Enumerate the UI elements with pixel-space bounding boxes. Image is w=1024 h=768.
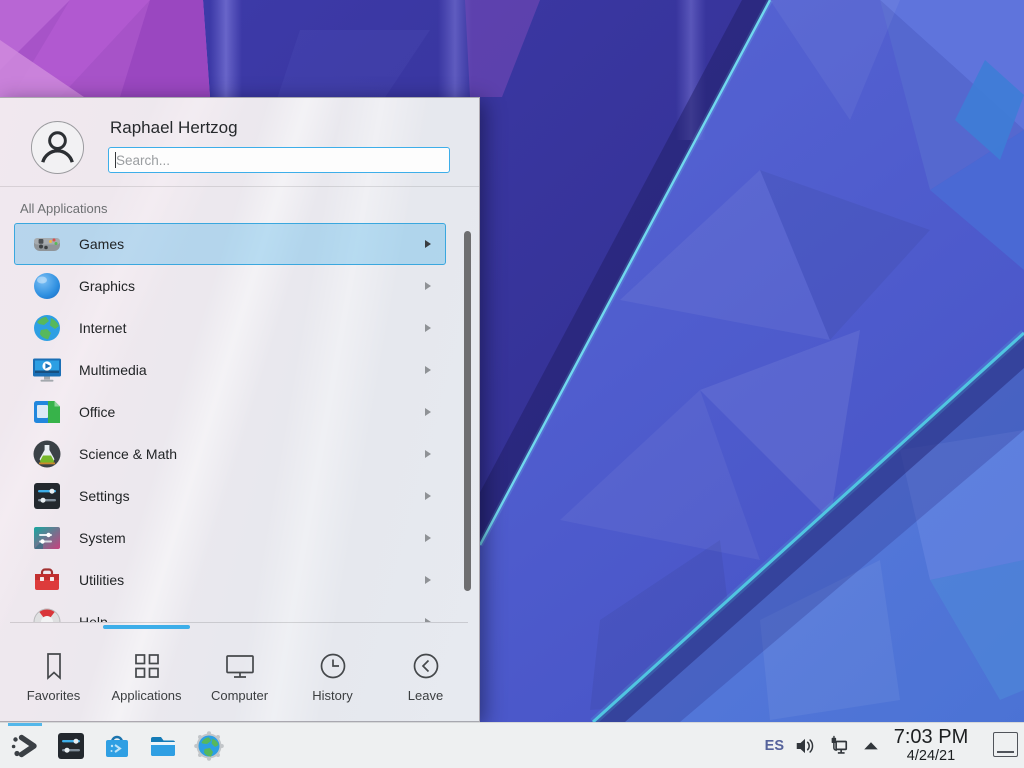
sliders-color-icon: [31, 522, 63, 554]
application-launcher-menu: Raphael Hertzog All Applications Games G…: [0, 97, 480, 722]
tab-applications[interactable]: Applications: [100, 631, 193, 721]
category-label: System: [79, 530, 425, 546]
category-label: Internet: [79, 320, 425, 336]
active-tab-indicator: [103, 625, 190, 629]
kde-launcher-icon: [9, 730, 41, 762]
gamepad-icon: [31, 228, 63, 260]
tab-label: Applications: [111, 688, 181, 703]
submenu-arrow-icon: [425, 450, 431, 458]
text-caret: [115, 152, 116, 168]
submenu-arrow-icon: [425, 240, 431, 248]
monitor-play-icon: [31, 354, 63, 386]
web-browser-button[interactable]: [192, 729, 226, 763]
category-internet[interactable]: Internet: [14, 307, 446, 349]
user-avatar[interactable]: [30, 120, 85, 175]
folder-icon: [147, 730, 179, 762]
submenu-arrow-icon: [425, 492, 431, 500]
category-label: Graphics: [79, 278, 425, 294]
taskbar-launchers: [8, 729, 226, 763]
category-label: Help: [79, 614, 425, 622]
search-input[interactable]: [108, 147, 450, 173]
category-office[interactable]: Office: [14, 391, 446, 433]
system-tray: ES: [765, 723, 883, 768]
clock-icon: [317, 650, 349, 682]
category-science-math[interactable]: Science & Math: [14, 433, 446, 475]
keyboard-layout-indicator[interactable]: ES: [765, 738, 784, 754]
flask-icon: [31, 438, 63, 470]
expand-tray-icon[interactable]: [859, 734, 883, 758]
category-label: Multimedia: [79, 362, 425, 378]
system-settings-icon: [55, 730, 87, 762]
submenu-arrow-icon: [425, 576, 431, 584]
system-settings-button[interactable]: [54, 729, 88, 763]
tab-label: Leave: [408, 688, 443, 703]
category-label: Utilities: [79, 572, 425, 588]
tab-label: Computer: [211, 688, 268, 703]
category-settings[interactable]: Settings: [14, 475, 446, 517]
tab-label: History: [312, 688, 352, 703]
submenu-arrow-icon: [425, 366, 431, 374]
category-label: Games: [79, 236, 425, 252]
volume-icon[interactable]: [793, 734, 817, 758]
network-icon[interactable]: [826, 734, 850, 758]
clock-time: 7:03 PM: [884, 726, 978, 748]
desktop: Raphael Hertzog All Applications Games G…: [0, 0, 1024, 768]
documents-icon: [31, 396, 63, 428]
sliders-dark-icon: [31, 480, 63, 512]
digital-clock[interactable]: 7:03 PM 4/24/21: [884, 726, 978, 764]
category-list: Games Graphics Internet: [14, 223, 446, 622]
leave-icon: [410, 650, 442, 682]
category-multimedia[interactable]: Multimedia: [14, 349, 446, 391]
search-field-wrap: [108, 147, 450, 173]
discover-icon: [101, 730, 133, 762]
category-label: Office: [79, 404, 425, 420]
clock-date: 4/24/21: [884, 748, 978, 764]
active-task-indicator: [8, 723, 42, 726]
category-utilities[interactable]: Utilities: [14, 559, 446, 601]
list-scrollbar[interactable]: [464, 231, 471, 591]
tab-label: Favorites: [27, 688, 80, 703]
launcher-header: Raphael Hertzog: [0, 98, 479, 187]
launcher-tabbar: Favorites Applications Computer History: [0, 631, 479, 721]
taskbar-panel: ES 7:03 PM 4/: [0, 722, 1024, 768]
category-help[interactable]: Help: [14, 601, 446, 622]
submenu-arrow-icon: [425, 282, 431, 290]
category-graphics[interactable]: Graphics: [14, 265, 446, 307]
show-desktop-button[interactable]: [993, 732, 1018, 757]
file-manager-button[interactable]: [146, 729, 180, 763]
category-games[interactable]: Games: [14, 223, 446, 265]
section-label: All Applications: [20, 201, 107, 216]
tab-leave[interactable]: Leave: [379, 631, 472, 721]
category-system[interactable]: System: [14, 517, 446, 559]
application-launcher-button[interactable]: [8, 729, 42, 763]
category-label: Settings: [79, 488, 425, 504]
tab-computer[interactable]: Computer: [193, 631, 286, 721]
submenu-arrow-icon: [425, 408, 431, 416]
submenu-arrow-icon: [425, 534, 431, 542]
lifebuoy-icon: [31, 606, 63, 622]
sphere-icon: [31, 270, 63, 302]
footer-separator: [10, 622, 468, 623]
submenu-arrow-icon: [425, 324, 431, 332]
category-label: Science & Math: [79, 446, 425, 462]
browser-globe-icon: [193, 730, 225, 762]
tab-history[interactable]: History: [286, 631, 379, 721]
grid-icon: [131, 650, 163, 682]
toolbox-icon: [31, 564, 63, 596]
computer-icon: [224, 650, 256, 682]
bookmark-icon: [38, 650, 70, 682]
tab-favorites[interactable]: Favorites: [7, 631, 100, 721]
discover-button[interactable]: [100, 729, 134, 763]
globe-icon: [31, 312, 63, 344]
user-name: Raphael Hertzog: [110, 118, 238, 138]
